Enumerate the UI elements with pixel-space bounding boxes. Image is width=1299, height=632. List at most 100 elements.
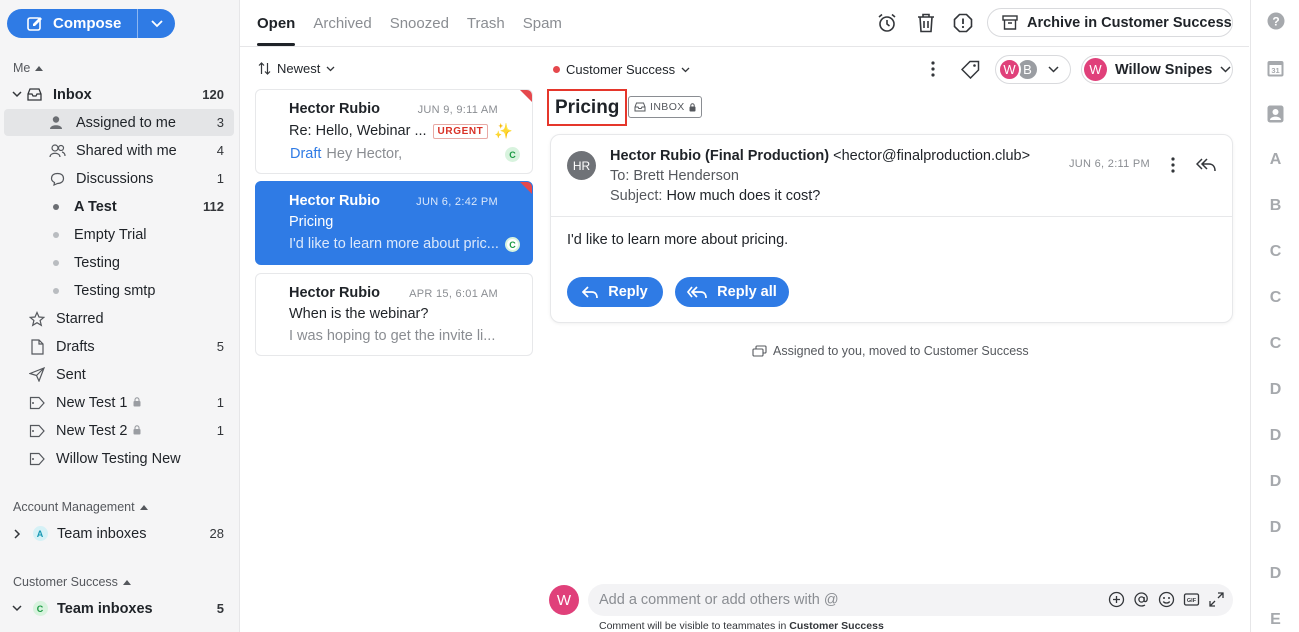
reply-all-button[interactable]: Reply all bbox=[675, 277, 789, 307]
sidebar-item-inbox[interactable]: Inbox 120 bbox=[4, 81, 234, 108]
sidebar-item-sent[interactable]: Sent bbox=[4, 361, 234, 388]
sidebar-item-label: Assigned to me bbox=[76, 114, 176, 131]
message-list-item[interactable]: Hector Rubio JUN 9, 9:11 AM Re: Hello, W… bbox=[255, 89, 533, 174]
sender-name: Hector Rubio (Final Production) bbox=[610, 148, 830, 164]
chevron-down-icon[interactable] bbox=[9, 605, 25, 612]
lock-icon bbox=[133, 395, 141, 411]
section-customer-success[interactable]: Customer Success bbox=[13, 575, 131, 589]
sidebar-item-testing[interactable]: Testing bbox=[4, 249, 234, 276]
message-subject-row: Re: Hello, Webinar ... URGENT ✨ bbox=[289, 122, 532, 140]
sidebar-item-account-team-inboxes[interactable]: A Team inboxes 28 bbox=[4, 520, 234, 547]
snooze-alarm-icon[interactable] bbox=[876, 12, 898, 34]
sidebar-item-a-test[interactable]: A Test 112 bbox=[4, 193, 234, 220]
more-vertical-icon[interactable] bbox=[1171, 157, 1175, 176]
contact-letter-a[interactable]: A bbox=[1251, 151, 1299, 169]
chevron-right-icon[interactable] bbox=[9, 528, 25, 539]
sort-dropdown[interactable]: Newest bbox=[258, 61, 335, 76]
section-account-management[interactable]: Account Management bbox=[13, 500, 148, 514]
tag-icon[interactable] bbox=[959, 58, 981, 80]
contact-letter-c[interactable]: C bbox=[1251, 243, 1299, 261]
compose-icon bbox=[27, 16, 42, 31]
calendar-icon[interactable]: 31 bbox=[1251, 59, 1299, 77]
reply-all-label: Reply all bbox=[717, 284, 777, 300]
spam-alert-icon[interactable] bbox=[952, 12, 974, 34]
sidebar-item-count: 120 bbox=[202, 87, 224, 102]
tab-trash[interactable]: Trash bbox=[467, 0, 505, 46]
emoji-smile-icon[interactable] bbox=[1158, 591, 1175, 608]
reply-label: Reply bbox=[608, 284, 648, 300]
sidebar-item-testing-smtp[interactable]: Testing smtp bbox=[4, 277, 234, 304]
sidebar-item-willow-testing-new[interactable]: Willow Testing New bbox=[4, 445, 234, 472]
mention-at-icon[interactable] bbox=[1133, 591, 1150, 608]
tab-open[interactable]: Open bbox=[257, 0, 296, 46]
help-icon[interactable]: ? bbox=[1251, 12, 1299, 30]
expand-icon[interactable] bbox=[1208, 591, 1225, 608]
message-preview-row: Draft Hey Hector, bbox=[289, 146, 499, 162]
contact-letter-c[interactable]: C bbox=[1251, 289, 1299, 307]
reply-button[interactable]: Reply bbox=[567, 277, 663, 307]
contact-letter-d[interactable]: D bbox=[1251, 381, 1299, 399]
contact-letter-d[interactable]: D bbox=[1251, 473, 1299, 491]
sort-label: Newest bbox=[277, 61, 321, 76]
contact-letter-d[interactable]: D bbox=[1251, 565, 1299, 583]
message-list-item-selected[interactable]: Hector Rubio JUN 6, 2:42 PM Pricing I'd … bbox=[255, 181, 533, 265]
tab-spam[interactable]: Spam bbox=[523, 0, 562, 46]
sidebar-item-new-test-1[interactable]: New Test 1 1 bbox=[4, 389, 234, 416]
left-sidebar: Compose Me Inbox 120 Assigned to me 3 Sh… bbox=[0, 0, 240, 632]
sender-email: <hector@finalproduction.club> bbox=[833, 148, 1031, 164]
message-card: HR Hector Rubio (Final Production) <hect… bbox=[550, 134, 1233, 323]
draft-label: Draft bbox=[290, 146, 322, 162]
sidebar-item-assigned-to-me[interactable]: Assigned to me 3 bbox=[4, 109, 234, 136]
message-subject-line: Subject: How much does it cost? bbox=[610, 188, 820, 204]
section-me[interactable]: Me bbox=[13, 61, 44, 75]
send-icon bbox=[28, 366, 46, 384]
teammates-dropdown[interactable]: W B bbox=[995, 55, 1071, 84]
comment-input[interactable]: Add a comment or add others with @ GIF bbox=[588, 584, 1233, 616]
compose-button-group: Compose bbox=[7, 9, 175, 38]
contact-letter-d[interactable]: D bbox=[1251, 519, 1299, 537]
inbox-badge: C bbox=[505, 237, 520, 252]
archive-button[interactable]: Archive in Customer Success bbox=[987, 8, 1233, 37]
compose-options-button[interactable] bbox=[137, 9, 175, 38]
chevron-down-icon bbox=[1220, 66, 1231, 73]
avatar: W bbox=[1084, 58, 1107, 81]
contact-letter-c[interactable]: C bbox=[1251, 335, 1299, 353]
reply-all-icon[interactable] bbox=[1195, 157, 1216, 176]
contacts-icon[interactable] bbox=[1251, 105, 1299, 123]
trash-icon[interactable] bbox=[915, 12, 937, 34]
divider bbox=[240, 46, 1249, 47]
message-subject: Pricing bbox=[289, 214, 334, 230]
more-vertical-icon[interactable] bbox=[922, 58, 944, 80]
inbox-name: Customer Success bbox=[566, 62, 676, 77]
sidebar-item-shared-with-me[interactable]: Shared with me 4 bbox=[4, 137, 234, 164]
tab-snoozed[interactable]: Snoozed bbox=[390, 0, 449, 46]
message-preview: Hey Hector, bbox=[326, 146, 403, 162]
priority-corner-flag bbox=[520, 90, 532, 102]
sidebar-item-discussions[interactable]: Discussions 1 bbox=[4, 165, 234, 192]
contact-letter-e[interactable]: E bbox=[1251, 611, 1299, 629]
tab-archived[interactable]: Archived bbox=[313, 0, 371, 46]
sidebar-item-label: Testing smtp bbox=[74, 282, 156, 299]
sidebar-item-new-test-2[interactable]: New Test 2 1 bbox=[4, 417, 234, 444]
sidebar-item-label: New Test 2 bbox=[56, 422, 128, 439]
sidebar-item-drafts[interactable]: Drafts 5 bbox=[4, 333, 234, 360]
move-inbox-icon bbox=[752, 345, 767, 357]
gif-icon[interactable]: GIF bbox=[1183, 591, 1200, 608]
inbox-selector[interactable]: Customer Success bbox=[553, 62, 690, 77]
sidebar-item-cs-team-inboxes[interactable]: C Team inboxes 5 bbox=[4, 595, 234, 622]
sidebar-item-count: 3 bbox=[216, 115, 224, 130]
folder-tabs: Open Archived Snoozed Trash Spam bbox=[257, 0, 580, 46]
compose-button[interactable]: Compose bbox=[7, 9, 137, 38]
avatar: W bbox=[998, 58, 1021, 81]
chevron-down-icon[interactable] bbox=[9, 91, 25, 98]
inbox-chip-label: INBOX bbox=[650, 101, 685, 113]
svg-text:31: 31 bbox=[1271, 66, 1279, 75]
contact-letter-b[interactable]: B bbox=[1251, 197, 1299, 215]
sidebar-item-empty-trial[interactable]: Empty Trial bbox=[4, 221, 234, 248]
sidebar-item-starred[interactable]: Starred bbox=[4, 305, 234, 332]
message-list-item[interactable]: Hector Rubio APR 15, 6:01 AM When is the… bbox=[255, 273, 533, 356]
assignee-dropdown[interactable]: W Willow Snipes bbox=[1081, 55, 1233, 84]
assignee-name: Willow Snipes bbox=[1115, 61, 1213, 78]
add-circle-icon[interactable] bbox=[1108, 591, 1125, 608]
contact-letter-d[interactable]: D bbox=[1251, 427, 1299, 445]
